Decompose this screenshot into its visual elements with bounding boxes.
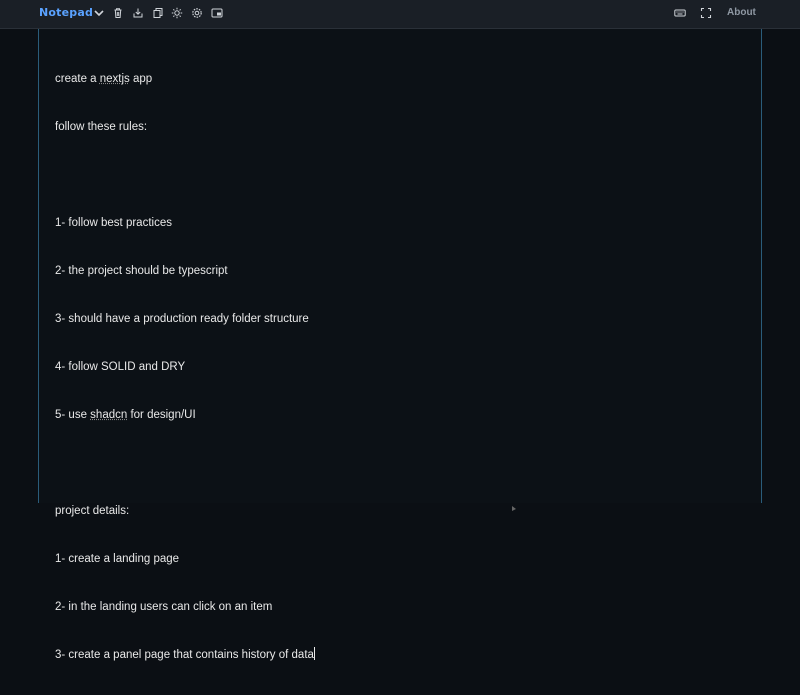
keyboard-icon[interactable] bbox=[672, 5, 688, 21]
editor-line: 1- follow best practices bbox=[55, 215, 315, 231]
sun-icon[interactable] bbox=[169, 5, 185, 21]
editor-line: follow these rules: bbox=[55, 119, 315, 135]
editor-line: 3- create a panel page that contains his… bbox=[55, 647, 315, 663]
chevron-down-icon[interactable] bbox=[91, 5, 107, 21]
editor-line: project details: bbox=[55, 503, 315, 519]
fullscreen-icon[interactable] bbox=[698, 5, 714, 21]
text-editor[interactable]: create a nextjs app follow these rules: … bbox=[38, 29, 762, 503]
editor-line: create a nextjs app bbox=[55, 71, 315, 87]
about-link[interactable]: About bbox=[727, 7, 756, 18]
text-caret bbox=[314, 647, 315, 660]
copy-icon[interactable] bbox=[150, 5, 166, 21]
editor-line bbox=[55, 455, 315, 471]
save-icon[interactable] bbox=[130, 5, 146, 21]
editor-line bbox=[55, 167, 315, 183]
editor-line: 3- should have a production ready folder… bbox=[55, 311, 315, 327]
toolbar: Notepad About bbox=[0, 0, 800, 29]
editor-line: 5- use shadcn for design/UI bbox=[55, 407, 315, 423]
trash-icon[interactable] bbox=[110, 5, 126, 21]
editor-line: 1- create a landing page bbox=[55, 551, 315, 567]
mouse-cursor-icon bbox=[512, 498, 517, 503]
picture-in-picture-icon[interactable] bbox=[209, 5, 225, 21]
editor-line: 4- follow SOLID and DRY bbox=[55, 359, 315, 375]
gear-icon[interactable] bbox=[189, 5, 205, 21]
editor-line: 2- in the landing users can click on an … bbox=[55, 599, 315, 615]
editor-line: 2- the project should be typescript bbox=[55, 263, 315, 279]
editor-content[interactable]: create a nextjs app follow these rules: … bbox=[55, 39, 315, 695]
app-title[interactable]: Notepad bbox=[39, 6, 93, 19]
